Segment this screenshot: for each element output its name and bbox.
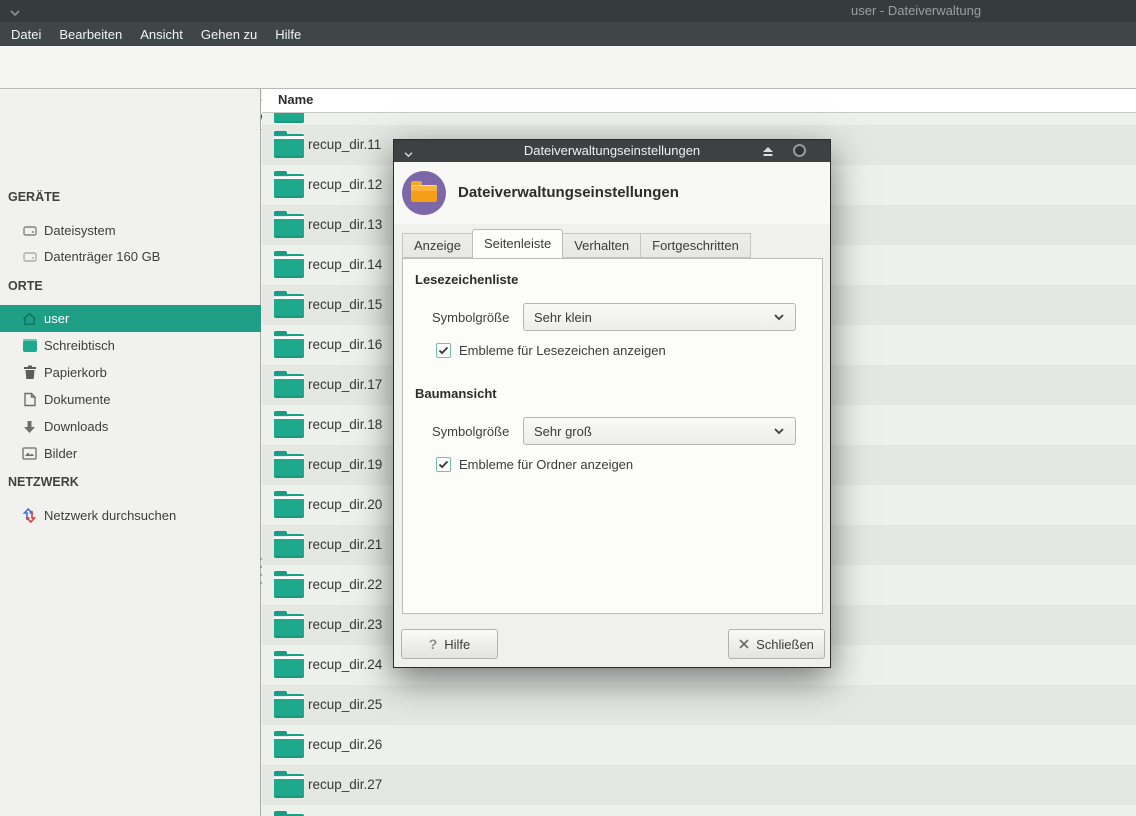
document-icon: [21, 391, 38, 408]
drive-icon: [21, 248, 38, 265]
menu-datei[interactable]: Datei: [10, 27, 42, 42]
folder-icon: [411, 185, 437, 202]
tab-content-frame: Lesezeichenliste Symbolgröße Sehr klein …: [402, 258, 823, 614]
sidebar-heading-places: ORTE: [8, 279, 43, 293]
folder-icon: [274, 691, 304, 718]
menu-gehen-zu[interactable]: Gehen zu: [200, 27, 258, 42]
dialog-tabs: Anzeige Seitenleiste Verhalten Fortgesch…: [402, 229, 750, 258]
folder-icon: [274, 371, 304, 398]
close-button[interactable]: [793, 144, 806, 157]
window-title: user - Dateiverwaltung: [851, 3, 981, 18]
column-header-name[interactable]: Name: [278, 92, 313, 107]
bookmarks-emblems-checkrow: Embleme für Lesezeichen anzeigen: [436, 343, 666, 358]
drive-icon: [21, 222, 38, 239]
sidebar-item-network-browse[interactable]: Netzwerk durchsuchen: [0, 502, 261, 529]
network-icon: [21, 507, 38, 524]
folder-icon: [274, 411, 304, 438]
home-icon: [21, 310, 38, 327]
tab-fortgeschritten[interactable]: Fortgeschritten: [640, 233, 751, 258]
chevron-down-icon: [773, 427, 785, 435]
sidebar-heading-devices: GERÄTE: [8, 190, 60, 204]
download-arrow-icon: [21, 418, 38, 435]
file-row-partial[interactable]: [262, 805, 1136, 816]
sidebar-item-desktop[interactable]: Schreibtisch: [0, 332, 261, 359]
close-dialog-button[interactable]: Schließen: [728, 629, 825, 659]
desktop-icon: [21, 337, 38, 354]
question-mark-icon: ?: [429, 636, 438, 652]
sidebar-heading-network: NETZWERK: [8, 475, 79, 489]
list-header: Name: [262, 89, 1136, 113]
folder-icon: [274, 211, 304, 238]
menu-ansicht[interactable]: Ansicht: [139, 27, 184, 42]
sidebar-item-filesystem[interactable]: Dateisystem: [0, 217, 261, 244]
folder-icon: [274, 611, 304, 638]
folder-icon: [274, 451, 304, 478]
sidebar-item-trash[interactable]: Papierkorb: [0, 359, 261, 386]
folder-icon: [274, 731, 304, 758]
sidebar-item-downloads[interactable]: Downloads: [0, 413, 261, 440]
folder-icon: [274, 171, 304, 198]
sidebar-item-pictures[interactable]: Bilder: [0, 440, 261, 467]
file-manager-app-icon: [402, 171, 446, 215]
file-row[interactable]: recup_dir.25: [262, 685, 1136, 725]
folder-icon: [274, 771, 304, 798]
sidebar-item-documents[interactable]: Dokumente: [0, 386, 261, 413]
trash-icon: [21, 364, 38, 381]
folder-icon: [274, 531, 304, 558]
window-menu-chevron-icon[interactable]: [9, 5, 21, 20]
sidebar-item-volume[interactable]: Datenträger 160 GB: [0, 243, 261, 270]
tree-emblems-checkbox[interactable]: [436, 457, 451, 472]
file-row-partial[interactable]: [262, 113, 1136, 125]
folder-icon: [274, 113, 304, 123]
tree-emblems-checkrow: Embleme für Ordner anzeigen: [436, 457, 633, 472]
section-heading-bookmarks: Lesezeichenliste: [415, 272, 518, 287]
tree-icon-size-select[interactable]: Sehr groß: [523, 417, 796, 445]
section-heading-tree: Baumansicht: [415, 386, 497, 401]
tab-anzeige[interactable]: Anzeige: [402, 233, 473, 258]
tab-verhalten[interactable]: Verhalten: [562, 233, 641, 258]
folder-icon: [274, 331, 304, 358]
folder-icon: [274, 811, 304, 816]
checkmark-icon: [438, 460, 449, 469]
sidebar-item-home[interactable]: user: [0, 305, 261, 332]
folder-icon: [274, 291, 304, 318]
file-row[interactable]: recup_dir.27: [262, 765, 1136, 805]
file-row[interactable]: recup_dir.26: [262, 725, 1136, 765]
icon-size-label: Symbolgröße: [432, 424, 509, 439]
folder-icon: [274, 131, 304, 158]
settings-dialog: Dateiverwaltungseinstellungen Dateiverwa…: [393, 139, 831, 668]
dialog-titlebar[interactable]: Dateiverwaltungseinstellungen: [394, 140, 830, 162]
sidebar: GERÄTE Dateisystem Datenträger 160 GB OR…: [0, 89, 261, 816]
dialog-header-title: Dateiverwaltungseinstellungen: [458, 184, 679, 201]
folder-icon: [274, 251, 304, 278]
bookmarks-emblems-checkbox[interactable]: [436, 343, 451, 358]
chevron-down-icon: [773, 313, 785, 321]
menu-hilfe[interactable]: Hilfe: [274, 27, 302, 42]
folder-icon: [274, 651, 304, 678]
icon-size-label: Symbolgröße: [432, 310, 509, 325]
help-button[interactable]: ? Hilfe: [401, 629, 498, 659]
dialog-header: Dateiverwaltungseinstellungen: [394, 162, 830, 224]
image-icon: [21, 445, 38, 462]
shade-button[interactable]: [762, 145, 774, 160]
x-icon: [739, 639, 749, 649]
tab-seitenleiste[interactable]: Seitenleiste: [472, 229, 563, 258]
folder-icon: [274, 491, 304, 518]
checkmark-icon: [438, 346, 449, 355]
folder-icon: [274, 571, 304, 598]
window-titlebar: user - Dateiverwaltung: [0, 0, 1136, 22]
menubar: Datei Bearbeiten Ansicht Gehen zu Hilfe: [0, 22, 1136, 46]
bookmarks-icon-size-select[interactable]: Sehr klein: [523, 303, 796, 331]
toolbar: /home/user/: [0, 46, 1136, 89]
menu-bearbeiten[interactable]: Bearbeiten: [58, 27, 123, 42]
eject-icon: [762, 146, 774, 157]
